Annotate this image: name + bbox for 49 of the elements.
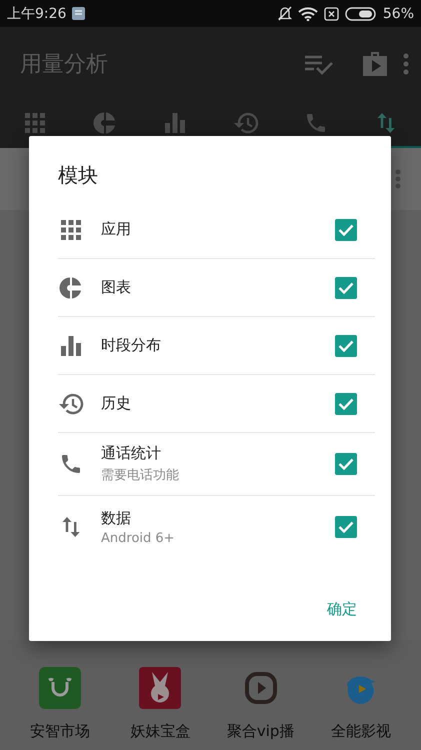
dialog-title: 模块	[58, 162, 98, 189]
module-icon	[59, 218, 83, 242]
tab-icon	[93, 111, 118, 135]
checkbox[interactable]	[335, 453, 357, 475]
check-icon	[338, 458, 354, 470]
module-icon	[59, 452, 83, 476]
app-label: 妖妹宝盒	[130, 722, 190, 741]
app-label: 安智市场	[30, 722, 90, 741]
module-sublabel: 需要电话功能	[101, 467, 180, 484]
module-sublabel: Android 6+	[101, 530, 176, 546]
check-icon	[338, 282, 354, 294]
check-icon	[338, 398, 354, 410]
notification-icon	[72, 7, 86, 20]
play-bag-icon[interactable]	[362, 50, 388, 76]
module-label: 通话统计	[101, 444, 162, 463]
module-icon	[58, 392, 84, 416]
checkbox[interactable]	[335, 334, 357, 356]
module-label: 图表	[101, 278, 132, 297]
sim-icon	[324, 6, 339, 20]
tab-icon	[163, 111, 188, 135]
checkbox[interactable]	[335, 392, 357, 414]
status-time: 上午9:26	[7, 4, 66, 22]
checkbox[interactable]	[335, 276, 357, 298]
checkbox[interactable]	[335, 516, 357, 538]
check-icon	[338, 224, 354, 236]
module-icon	[59, 334, 83, 358]
module-label: 数据	[101, 508, 132, 528]
more-icon[interactable]	[403, 52, 409, 74]
more-icon[interactable]	[395, 169, 401, 189]
tab-icon	[232, 111, 259, 135]
ok-button[interactable]: 确定	[319, 592, 375, 627]
app-icon[interactable]	[138, 666, 182, 710]
bell-off-icon	[278, 6, 292, 21]
module-label: 应用	[101, 220, 132, 239]
wifi-icon	[298, 6, 318, 20]
check-icon	[338, 340, 354, 352]
module-label: 历史	[101, 394, 132, 413]
battery-level: 56%	[382, 6, 414, 22]
battery-icon	[344, 6, 377, 20]
app-title: 用量分析	[20, 50, 109, 78]
app-icon[interactable]	[38, 666, 82, 710]
checklist-icon[interactable]	[304, 52, 334, 74]
checkbox[interactable]	[335, 218, 357, 240]
app-label: 聚合vip播	[226, 722, 294, 741]
module-icon	[59, 276, 83, 300]
app-label: 全能影视	[330, 722, 391, 741]
check-icon	[338, 521, 354, 533]
tab-icon	[23, 111, 48, 135]
module-label: 时段分布	[101, 336, 162, 355]
